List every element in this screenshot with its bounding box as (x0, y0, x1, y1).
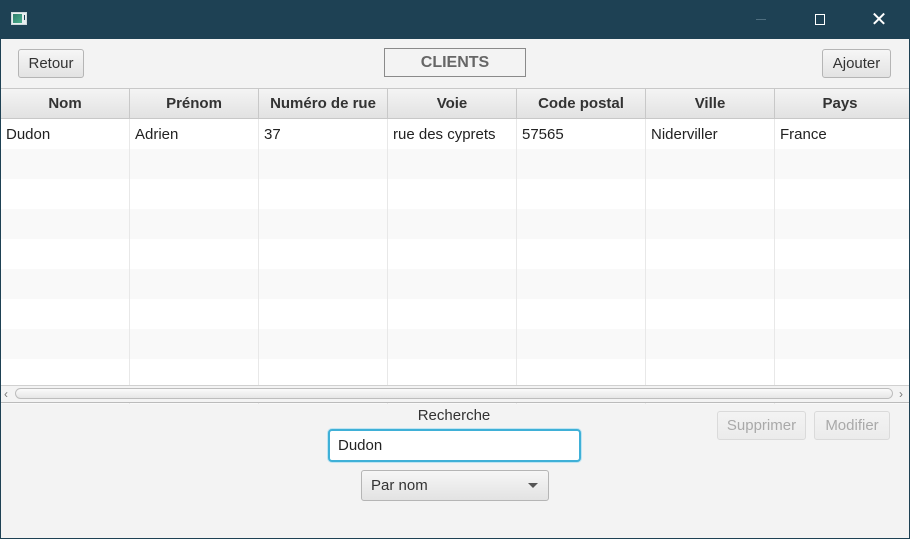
title-bar: ✕ (0, 0, 910, 39)
empty-cell (517, 239, 646, 269)
empty-cell (130, 239, 259, 269)
search-input[interactable] (328, 429, 581, 462)
empty-cell (775, 329, 905, 359)
empty-table-row (1, 179, 909, 209)
empty-cell (259, 329, 388, 359)
empty-cell (646, 209, 775, 239)
empty-cell (388, 239, 517, 269)
empty-cell (130, 269, 259, 299)
delete-button[interactable]: Supprimer (717, 411, 806, 440)
column-header-numero-de-rue[interactable]: Numéro de rue (259, 89, 388, 118)
empty-cell (517, 299, 646, 329)
empty-cell (259, 269, 388, 299)
empty-cell (775, 269, 905, 299)
empty-cell (646, 179, 775, 209)
empty-cell (1, 239, 130, 269)
table-header: Nom Prénom Numéro de rue Voie Code posta… (1, 89, 909, 119)
minimize-button[interactable] (738, 0, 784, 39)
scrollbar-thumb[interactable] (15, 388, 893, 399)
empty-table-row (1, 329, 909, 359)
search-mode-value: Par nom (371, 477, 428, 494)
empty-cell (775, 299, 905, 329)
empty-cell (646, 269, 775, 299)
maximize-button[interactable] (797, 0, 843, 39)
clients-table: Nom Prénom Numéro de rue Voie Code posta… (1, 88, 909, 404)
column-header-code-postal[interactable]: Code postal (517, 89, 646, 118)
search-label: Recherche (417, 407, 491, 424)
empty-cell (517, 179, 646, 209)
empty-table-row (1, 269, 909, 299)
empty-cell (646, 299, 775, 329)
empty-cell (646, 329, 775, 359)
empty-cell (517, 149, 646, 179)
empty-cell (1, 269, 130, 299)
empty-cell (259, 179, 388, 209)
scroll-right-icon[interactable]: › (899, 387, 903, 401)
empty-cell (1, 209, 130, 239)
empty-cell (130, 149, 259, 179)
back-button[interactable]: Retour (18, 49, 84, 78)
horizontal-scrollbar[interactable]: ‹ › (1, 385, 909, 403)
minimize-icon (756, 19, 766, 20)
empty-cell (388, 329, 517, 359)
empty-table-row (1, 299, 909, 329)
app-icon (11, 12, 27, 25)
empty-cell (1, 179, 130, 209)
cell-code-postal: 57565 (517, 119, 646, 149)
empty-cell (259, 209, 388, 239)
empty-cell (517, 269, 646, 299)
table-row[interactable]: Dudon Adrien 37 rue des cyprets 57565 Ni… (1, 119, 909, 149)
empty-cell (388, 179, 517, 209)
empty-cell (1, 299, 130, 329)
column-header-prenom[interactable]: Prénom (130, 89, 259, 118)
client-area: Retour CLIENTS Ajouter Nom Prénom Numéro… (1, 39, 909, 538)
empty-cell (388, 149, 517, 179)
empty-cell (646, 149, 775, 179)
column-header-voie[interactable]: Voie (388, 89, 517, 118)
cell-pays: France (780, 125, 827, 143)
page-title: CLIENTS (384, 48, 526, 77)
empty-cell (775, 179, 905, 209)
maximize-icon (815, 14, 825, 25)
empty-cell (388, 209, 517, 239)
empty-cell (259, 299, 388, 329)
cell-voie: rue des cyprets (388, 119, 517, 149)
add-button[interactable]: Ajouter (822, 49, 891, 78)
empty-cell (775, 239, 905, 269)
cell-numero: 37 (259, 119, 388, 149)
empty-cell (1, 149, 130, 179)
empty-cell (517, 209, 646, 239)
column-header-ville[interactable]: Ville (646, 89, 775, 118)
cell-prenom: Adrien (130, 119, 259, 149)
empty-table-row (1, 209, 909, 239)
empty-table-row (1, 239, 909, 269)
close-icon: ✕ (870, 9, 888, 31)
column-header-nom[interactable]: Nom (1, 89, 130, 118)
empty-cell (130, 329, 259, 359)
empty-cell (259, 149, 388, 179)
empty-cell (388, 299, 517, 329)
cell-nom: Dudon (1, 119, 130, 149)
empty-cell (130, 179, 259, 209)
empty-cell (1, 329, 130, 359)
empty-cell (775, 149, 905, 179)
empty-table-row (1, 149, 909, 179)
chevron-down-icon (528, 483, 538, 488)
empty-cell (388, 269, 517, 299)
empty-cell (517, 329, 646, 359)
cell-ville: Niderviller (646, 119, 775, 149)
edit-button[interactable]: Modifier (814, 411, 890, 440)
empty-cell (646, 239, 775, 269)
empty-cell (130, 299, 259, 329)
column-header-pays[interactable]: Pays (775, 89, 905, 118)
scroll-left-icon[interactable]: ‹ (4, 387, 8, 401)
empty-cell (775, 209, 905, 239)
empty-cell (130, 209, 259, 239)
close-button[interactable]: ✕ (856, 0, 902, 39)
empty-cell (259, 239, 388, 269)
search-mode-select[interactable]: Par nom (361, 470, 549, 501)
